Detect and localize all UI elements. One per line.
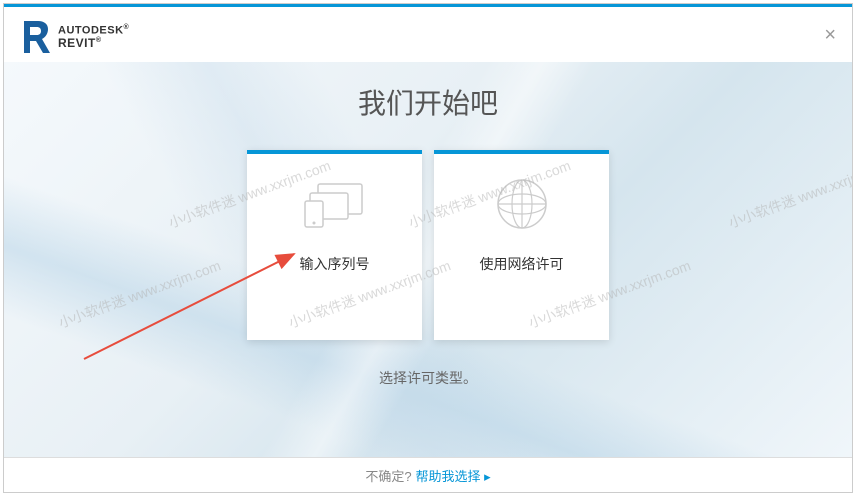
- card-label: 使用网络许可: [480, 254, 564, 274]
- page-title: 我们开始吧: [358, 82, 498, 122]
- logo-area: AUTODESK® REVIT®: [22, 19, 834, 55]
- revit-logo-icon: [22, 19, 50, 55]
- footer-bar: 不确定? 帮助我选择 ▸: [4, 457, 852, 492]
- help-choose-link[interactable]: 帮助我选择 ▸: [416, 466, 491, 485]
- enter-serial-card[interactable]: 输入序列号: [247, 150, 422, 340]
- network-icon: [434, 154, 609, 254]
- content-area: 我们开始吧 输入序列号: [4, 62, 852, 457]
- footer-prompt: 不确定?: [365, 466, 411, 485]
- license-options: 输入序列号 使用网络许可: [247, 150, 609, 340]
- devices-icon: [247, 154, 422, 254]
- installer-window: AUTODESK® REVIT® × 我们开始吧 输入序列号: [3, 3, 853, 493]
- window-header: AUTODESK® REVIT® ×: [4, 7, 852, 62]
- network-license-card[interactable]: 使用网络许可: [434, 150, 609, 340]
- card-label: 输入序列号: [300, 254, 370, 274]
- logo-text: AUTODESK® REVIT®: [58, 24, 129, 50]
- close-icon[interactable]: ×: [824, 25, 836, 45]
- product-name: REVIT®: [58, 37, 129, 50]
- subtitle-text: 选择许可类型。: [379, 368, 477, 388]
